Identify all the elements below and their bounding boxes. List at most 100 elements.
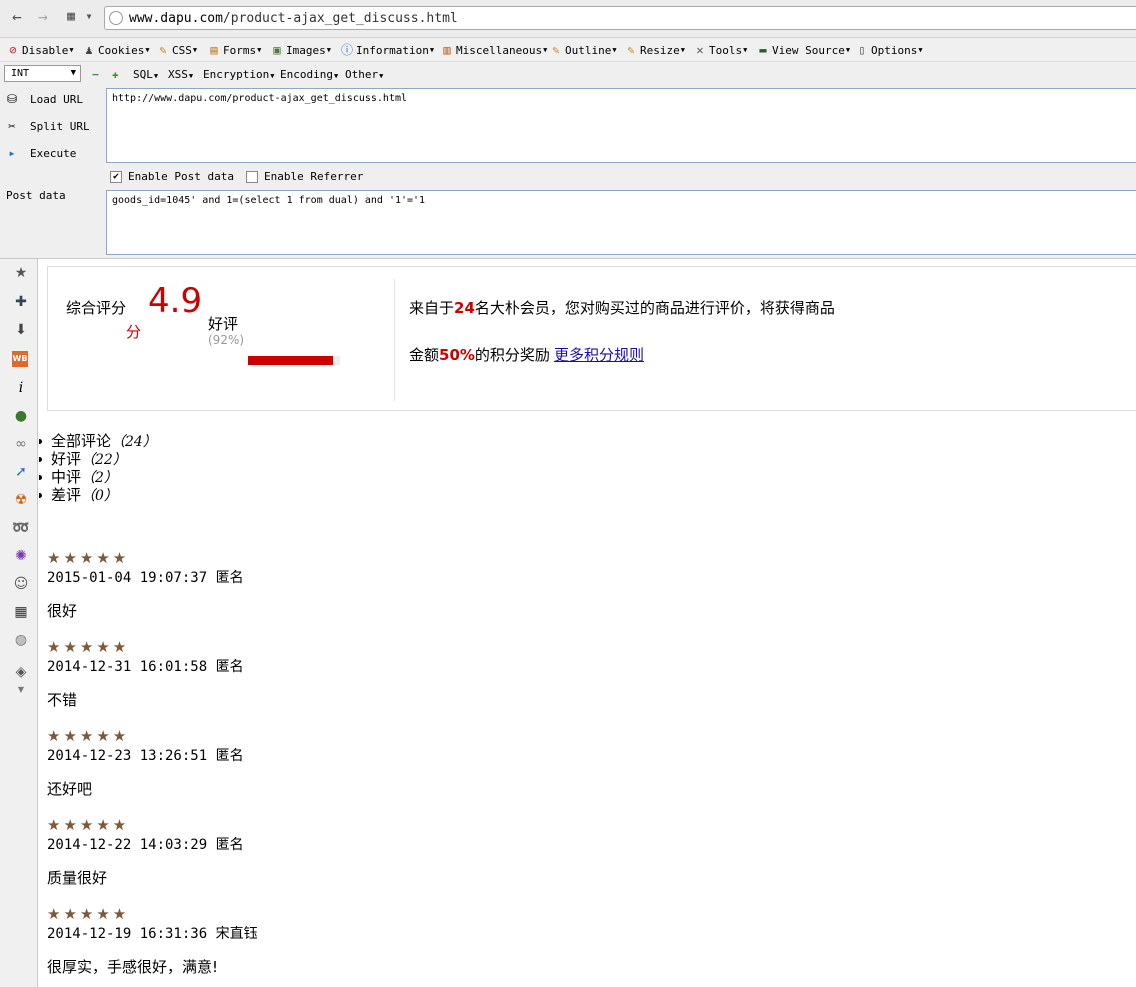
review-item: ★★★★★ 2015-01-04 19:07:37 匿名 很好	[47, 548, 647, 621]
reviewer-name: 匿名	[215, 837, 244, 853]
picture-icon: ▣	[273, 43, 281, 57]
chevron-down-icon: ▼	[845, 46, 851, 54]
terminal-icon: ▬	[759, 43, 767, 57]
palette-icon[interactable]: ☺	[12, 575, 30, 593]
green-ball-icon[interactable]: ●	[12, 407, 30, 425]
hackbar-menu-encryption[interactable]: Encryption▼	[203, 68, 274, 81]
chevron-down-icon: ▼	[145, 46, 150, 54]
chevron-down-icon: ▼	[333, 72, 339, 80]
options-icon: ▯	[858, 43, 866, 57]
globe-icon[interactable]: ◍	[12, 631, 30, 649]
review-meta: 2014-12-22 14:03:29 匿名	[47, 837, 244, 853]
webdev-menu-resize[interactable]: ✎ Resize ▼	[624, 42, 685, 58]
review-item: ★★★★★ 2014-12-23 13:26:51 匿名 还好吧	[47, 726, 647, 799]
enable-referrer-checkbox[interactable]: Enable Referrer	[246, 170, 363, 183]
more-points-rules-link[interactable]: 更多积分规则	[554, 346, 644, 364]
good-percent: (92%)	[208, 333, 245, 347]
review-text: 很好	[47, 602, 78, 620]
review-item: ★★★★★ 2014-12-31 16:01:58 匿名 不错	[47, 637, 647, 710]
webdev-menu-outline[interactable]: ✎ Outline ▼	[549, 42, 617, 58]
webdev-menu-forms[interactable]: ▤ Forms ▼	[207, 42, 261, 58]
chevron-down-icon: ▼	[69, 46, 74, 54]
chevron-down-icon: ▼	[429, 46, 435, 54]
plus-icon[interactable]: ✚	[112, 68, 119, 81]
web-icon[interactable]: WB	[12, 351, 28, 367]
chevron-down-icon: ▼	[543, 46, 548, 54]
filter-item[interactable]: 全部评论（24）	[39, 432, 157, 450]
hackbar-menu-other[interactable]: Other▼	[345, 68, 383, 81]
chevron-down-icon: ▼	[326, 46, 331, 54]
star-rating: ★★★★★	[47, 727, 130, 745]
ruler-icon: ✎	[627, 43, 635, 57]
url-textarea[interactable]: http://www.dapu.com/product-ajax_get_dis…	[106, 88, 1136, 163]
split-url-button[interactable]: ✂ Split URL	[4, 115, 100, 137]
filter-item[interactable]: 中评（2）	[39, 468, 157, 486]
chevron-down-icon: ▼	[743, 46, 748, 54]
virus-icon[interactable]: ✺	[12, 547, 30, 565]
addon-sidebar: ★ ✚ ⬇ WB i ● ∞ ➚ ☢ ➿ ✺ ☺ ▦ ◍ ◈ ▼	[0, 259, 38, 987]
chevron-down-icon: ▼	[612, 46, 617, 54]
execute-button[interactable]: ▸ Execute	[4, 142, 100, 164]
review-filter-list: 全部评论（24） 好评（22） 中评（2） 差评（0）	[39, 432, 157, 504]
star-rating: ★★★★★	[47, 816, 130, 834]
swirl-icon[interactable]: ➿	[12, 519, 30, 537]
webdev-menu-disable[interactable]: ⊘ Disable ▼	[6, 42, 74, 58]
hackbar-menu-sql[interactable]: SQL▼	[133, 68, 158, 81]
review-text: 不错	[47, 691, 78, 709]
pointer-icon[interactable]: ➚	[12, 463, 30, 481]
rating-summary: 综合评分 4.9 分 好评 (92%) 来自于24名大朴会员，您对购买过的商品进…	[47, 266, 1136, 411]
download-icon[interactable]: ⬇	[12, 321, 30, 339]
reviewer-name: 匿名	[215, 570, 244, 586]
review-meta: 2014-12-31 16:01:58 匿名	[47, 659, 244, 675]
divider	[394, 279, 395, 401]
grid-menu-icon[interactable]: ▦	[62, 8, 80, 26]
good-label: 好评	[208, 315, 239, 333]
star-icon[interactable]: ★	[12, 264, 30, 282]
info-italic-icon[interactable]: i	[12, 379, 30, 397]
post-data-textarea[interactable]: goods_id=1045' and 1=(select 1 from dual…	[106, 190, 1136, 255]
webdev-menu-tools[interactable]: ✕ Tools ▼	[693, 42, 747, 58]
scissors-icon: ✂	[8, 119, 16, 133]
score-label: 综合评分	[66, 299, 127, 317]
back-arrow-icon[interactable]: ←	[8, 8, 26, 26]
binoculars-icon[interactable]: ∞	[12, 435, 30, 453]
webdev-menu-view-source[interactable]: ▬ View Source ▼	[756, 42, 850, 58]
puzzle-icon[interactable]: ✚	[12, 293, 30, 311]
webdev-menu-information[interactable]: ⓘ Information ▼	[340, 42, 434, 58]
webdev-menu-images[interactable]: ▣ Images ▼	[270, 42, 331, 58]
filter-item[interactable]: 差评（0）	[39, 486, 157, 504]
load-url-button[interactable]: ⛁ Load URL	[4, 88, 100, 110]
reward-info-line1: 来自于24名大朴会员，您对购买过的商品进行评价，将获得商品	[409, 299, 835, 317]
info-icon: ⓘ	[340, 43, 353, 57]
type-select[interactable]: INT ▼	[4, 65, 81, 82]
filter-item[interactable]: 好评（22）	[39, 450, 157, 468]
chevron-down-icon[interactable]: ▼	[80, 8, 98, 26]
review-text: 很厚实，手感很好，满意!	[47, 958, 219, 976]
address-bar[interactable]: www.dapu.com/product-ajax_get_discuss.ht…	[104, 6, 1136, 30]
hackbar-menu-xss[interactable]: XSS▼	[168, 68, 193, 81]
minus-icon[interactable]: −	[92, 68, 99, 81]
tag-icon[interactable]: ◈	[12, 663, 30, 681]
review-meta: 2014-12-23 13:26:51 匿名	[47, 748, 244, 764]
no-entry-icon: ⊘	[9, 43, 17, 57]
webdev-menu-css[interactable]: ✎ CSS ▼	[156, 42, 197, 58]
webdev-menu-miscellaneous[interactable]: ▥ Miscellaneous ▼	[440, 42, 547, 58]
play-icon: ▸	[8, 146, 16, 160]
review-meta: 2014-12-19 16:31:36 宋直钰	[47, 926, 258, 942]
chevron-down-icon: ▼	[188, 72, 194, 80]
chevron-down-icon: ▼	[918, 46, 923, 54]
chevron-down-icon: ▼	[270, 72, 275, 80]
reviewer-name: 匿名	[215, 748, 244, 764]
webdev-menu-cookies[interactable]: ♟ Cookies ▼	[82, 42, 150, 58]
forward-arrow-icon[interactable]: →	[34, 8, 52, 26]
chevron-down-icon[interactable]: ▼	[12, 681, 30, 699]
reviewer-name: 匿名	[215, 659, 244, 675]
hackbar-menu-encoding[interactable]: Encoding▼	[280, 68, 338, 81]
grid-icon[interactable]: ▦	[12, 603, 30, 621]
good-rate-fill	[248, 356, 333, 365]
review-meta: 2015-01-04 19:07:37 匿名	[47, 570, 244, 586]
enable-post-checkbox[interactable]: ✔ Enable Post data	[110, 170, 234, 183]
bug-icon[interactable]: ☢	[12, 491, 30, 509]
page-content: 综合评分 4.9 分 好评 (92%) 来自于24名大朴会员，您对购买过的商品进…	[39, 259, 1136, 987]
webdev-menu-options[interactable]: ▯ Options ▼	[855, 42, 923, 58]
